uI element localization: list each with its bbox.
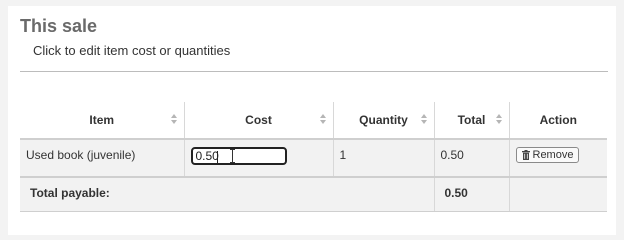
remove-button-label: Remove [532,149,574,161]
sale-panel: This sale Click to edit item cost or qua… [8,6,616,235]
column-header-action: Action [509,102,607,140]
sort-icon [170,114,178,124]
column-header-cost-label: Cost [245,113,272,127]
sort-icon [420,114,428,124]
sort-icon [495,114,503,124]
section-title: This sale [20,16,98,36]
text-caret [216,151,218,163]
column-header-item-label: Item [89,113,115,127]
column-header-cost[interactable]: Cost [184,102,334,140]
total-payable-label: Total payable: [20,177,435,212]
column-header-quantity[interactable]: Quantity [333,102,435,140]
column-header-item[interactable]: Item [20,102,185,140]
remove-button[interactable]: Remove [515,147,580,163]
table-row: Used book (juvenile) 1 0.50 [20,139,607,178]
trash-icon [521,150,530,160]
sale-items-table: Item Cost Quantity Total Action Used boo… [20,102,607,212]
divider [20,71,608,72]
sort-icon [319,114,327,124]
column-header-total[interactable]: Total [434,102,510,140]
cost-cell [184,139,334,178]
quantity-cell[interactable]: 1 [333,139,435,178]
column-header-action-label: Action [539,113,577,127]
column-header-total-label: Total [457,113,486,127]
total-row: Total payable: 0.50 [20,177,607,212]
section-subtitle: Click to edit item cost or quantities [33,43,231,58]
column-header-quantity-label: Quantity [359,113,408,127]
total-payable-value: 0.50 [434,177,510,212]
cost-input[interactable] [190,147,287,165]
item-cell: Used book (juvenile) [20,139,185,178]
ibeam-cursor-icon [229,149,235,163]
action-cell: Remove [509,139,607,178]
total-cell: 0.50 [434,139,510,178]
total-row-empty-cell [509,177,607,212]
cost-input-wrap [190,147,287,165]
